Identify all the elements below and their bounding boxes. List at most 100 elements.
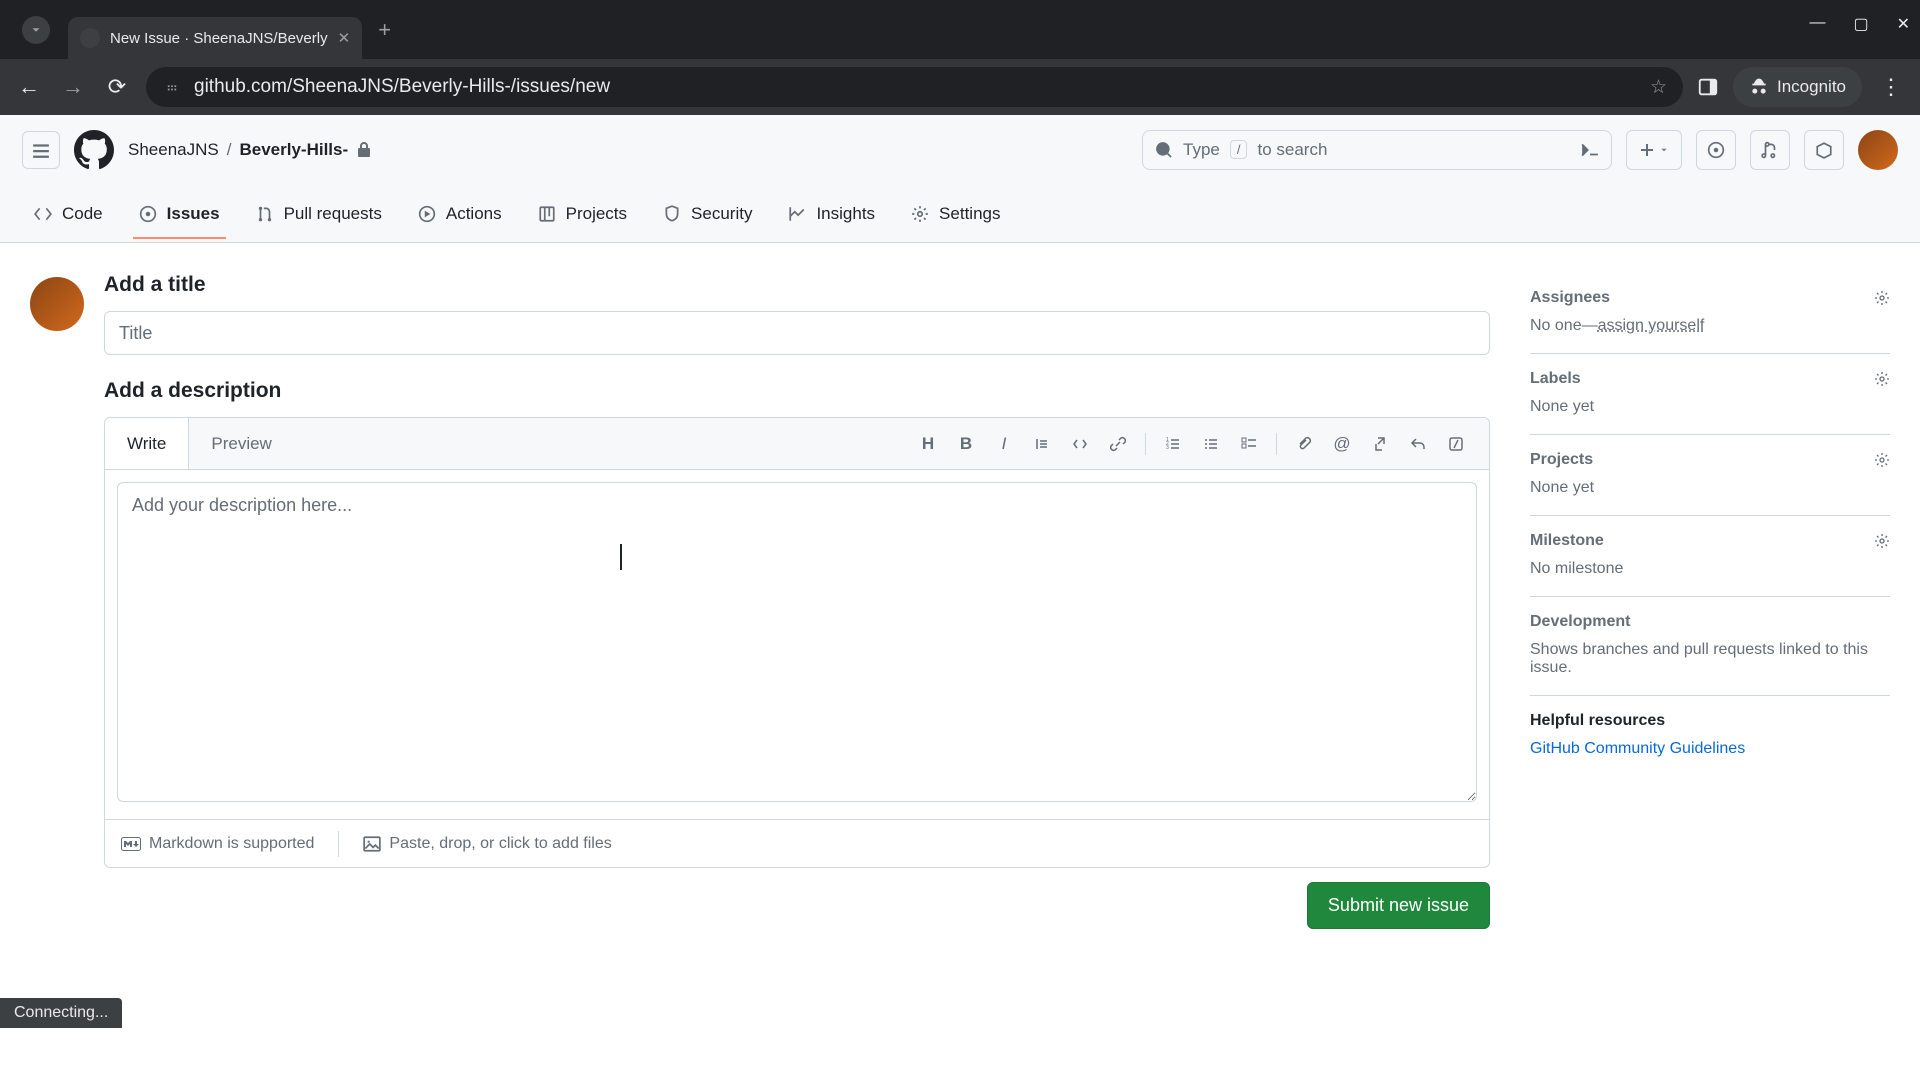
link-icon[interactable]: [1101, 427, 1135, 461]
owner-link[interactable]: SheenaJNS: [128, 140, 219, 160]
community-guidelines-link[interactable]: GitHub Community Guidelines: [1530, 740, 1890, 758]
tab-search-dropdown[interactable]: [22, 16, 50, 44]
browser-menu-icon[interactable]: ⋮: [1876, 74, 1906, 100]
labels-gear-icon[interactable]: [1874, 371, 1890, 387]
resources-label: Helpful resources: [1530, 712, 1890, 730]
heading-icon[interactable]: H: [911, 427, 945, 461]
command-palette-icon[interactable]: [1581, 141, 1599, 159]
quote-icon[interactable]: [1025, 427, 1059, 461]
tab-security[interactable]: Security: [651, 190, 764, 238]
tab-pull-requests[interactable]: Pull requests: [244, 190, 394, 238]
nav-menu-button[interactable]: [22, 131, 60, 169]
pull-requests-global-icon[interactable]: [1750, 130, 1790, 170]
tab-title: New Issue · SheenaJNS/Beverly: [110, 30, 328, 47]
italic-icon[interactable]: I: [987, 427, 1021, 461]
close-tab-icon[interactable]: ✕: [338, 29, 351, 47]
tab-code[interactable]: Code: [22, 190, 115, 238]
notifications-icon[interactable]: [1804, 130, 1844, 170]
labels-body: None yet: [1530, 398, 1890, 416]
tab-actions[interactable]: Actions: [406, 190, 514, 238]
close-window-icon[interactable]: ✕: [1897, 14, 1910, 34]
projects-label: Projects: [1530, 451, 1593, 469]
forward-button[interactable]: →: [58, 74, 88, 100]
site-info-icon[interactable]: [162, 77, 182, 97]
address-bar: ← → ⟳ github.com/SheenaJNS/Beverly-Hills…: [0, 59, 1920, 115]
search-hint-post: to search: [1257, 140, 1327, 160]
markdown-supported[interactable]: Markdown is supported: [121, 835, 314, 853]
title-label: Add a title: [104, 273, 1490, 297]
user-avatar[interactable]: [1858, 130, 1898, 170]
slash-command-icon[interactable]: [1439, 427, 1473, 461]
assignees-body: No one—assign yourself: [1530, 317, 1890, 335]
incognito-icon: [1749, 77, 1769, 97]
issues-global-icon[interactable]: [1696, 130, 1736, 170]
mention-icon[interactable]: @: [1325, 427, 1359, 461]
bookmark-icon[interactable]: ☆: [1650, 76, 1667, 99]
reload-button[interactable]: ⟳: [102, 74, 132, 100]
text-cursor: [620, 544, 622, 570]
minimize-icon[interactable]: —: [1809, 14, 1825, 34]
search-hint-pre: Type: [1183, 140, 1220, 160]
milestone-gear-icon[interactable]: [1874, 533, 1890, 549]
description-textarea[interactable]: [117, 482, 1477, 802]
bold-icon[interactable]: B: [949, 427, 983, 461]
milestone-label: Milestone: [1530, 532, 1604, 550]
issues-icon: [139, 205, 157, 223]
github-logo[interactable]: [74, 130, 114, 170]
settings-icon: [911, 205, 929, 223]
incognito-indicator[interactable]: Incognito: [1733, 67, 1862, 107]
unordered-list-icon[interactable]: [1194, 427, 1228, 461]
development-label: Development: [1530, 613, 1630, 631]
image-icon: [363, 835, 381, 853]
tab-issues[interactable]: Issues: [127, 190, 232, 238]
title-input[interactable]: [104, 311, 1490, 355]
milestone-body: No milestone: [1530, 560, 1890, 578]
tab-favicon: [80, 28, 100, 48]
cross-reference-icon[interactable]: [1363, 427, 1397, 461]
code-icon[interactable]: [1063, 427, 1097, 461]
repo-link[interactable]: Beverly-Hills-: [239, 140, 348, 160]
new-tab-button[interactable]: +: [378, 17, 391, 43]
search-icon: [1155, 141, 1173, 159]
add-files-hint[interactable]: Paste, drop, or click to add files: [363, 835, 611, 853]
back-button[interactable]: ←: [14, 74, 44, 100]
ordered-list-icon[interactable]: 123: [1156, 427, 1190, 461]
description-label: Add a description: [104, 379, 1490, 403]
author-avatar[interactable]: [30, 277, 84, 331]
window-controls: — ▢ ✕: [1809, 14, 1910, 34]
projects-gear-icon[interactable]: [1874, 452, 1890, 468]
insights-icon: [788, 205, 806, 223]
tab-projects[interactable]: Projects: [526, 190, 639, 238]
projects-icon: [538, 205, 556, 223]
search-input[interactable]: Type / to search: [1142, 130, 1612, 170]
assign-yourself-link[interactable]: assign yourself: [1598, 317, 1705, 334]
task-list-icon[interactable]: [1232, 427, 1266, 461]
write-tab[interactable]: Write: [105, 418, 189, 469]
repo-nav: Code Issues Pull requests Actions Projec…: [0, 185, 1920, 243]
browser-tab[interactable]: New Issue · SheenaJNS/Beverly ✕: [68, 17, 362, 59]
tab-settings[interactable]: Settings: [899, 190, 1012, 238]
maximize-icon[interactable]: ▢: [1853, 14, 1868, 34]
attach-icon[interactable]: [1287, 427, 1321, 461]
breadcrumb-sep: /: [227, 140, 232, 160]
url-text: github.com/SheenaJNS/Beverly-Hills-/issu…: [194, 76, 1638, 98]
breadcrumb: SheenaJNS / Beverly-Hills-: [128, 140, 372, 160]
browser-status-bar: Connecting...: [0, 998, 122, 1028]
create-new-button[interactable]: [1626, 130, 1682, 170]
browser-tab-bar: New Issue · SheenaJNS/Beverly ✕ + — ▢ ✕: [0, 0, 1920, 59]
lock-icon: [356, 142, 372, 158]
tab-insights[interactable]: Insights: [776, 190, 887, 238]
url-box[interactable]: github.com/SheenaJNS/Beverly-Hills-/issu…: [146, 67, 1683, 107]
assignees-label: Assignees: [1530, 289, 1610, 307]
incognito-label: Incognito: [1777, 77, 1846, 97]
editor-footer: Markdown is supported Paste, drop, or cl…: [105, 819, 1489, 867]
preview-tab[interactable]: Preview: [189, 418, 293, 469]
main-content: Add a title Add a description Write Prev…: [0, 243, 1920, 929]
submit-button[interactable]: Submit new issue: [1307, 882, 1490, 929]
svg-text:3: 3: [1166, 445, 1169, 451]
side-panel-icon[interactable]: [1697, 76, 1719, 98]
pull-request-icon: [256, 205, 274, 223]
markdown-icon: [121, 837, 141, 851]
assignees-gear-icon[interactable]: [1874, 290, 1890, 306]
saved-reply-icon[interactable]: [1401, 427, 1435, 461]
